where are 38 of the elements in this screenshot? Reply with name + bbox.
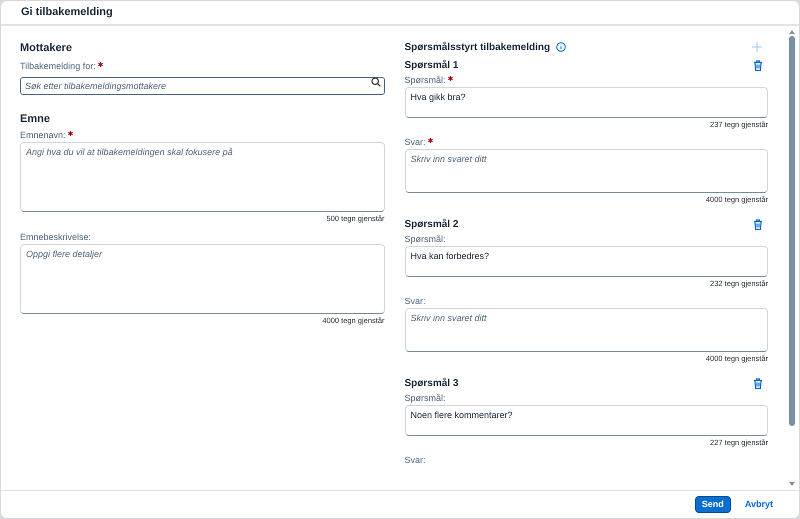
trash-icon[interactable] [753,219,763,230]
field-label: Emnebeskrivelse: [20,232,92,243]
text-area[interactable]: Noen flere kommentarer? [404,405,768,436]
question-title: Spørsmål 2 [404,218,458,232]
trash-icon[interactable] [753,60,763,71]
trash-icon[interactable] [753,378,763,389]
text-area[interactable]: Hva kan forbedres? [404,246,768,277]
scrollbar-thumb[interactable] [789,36,795,426]
text-area[interactable]: Skriv inn svaret ditt [404,308,768,352]
field-label: Svar: [404,455,426,466]
field-label: Svar: [404,137,426,148]
info-icon[interactable] [556,42,566,52]
search-icon[interactable] [370,76,380,86]
section-heading: Spørsmålsstyrt tilbakemelding [404,40,550,54]
asterisk-icon [98,62,103,66]
window-title: Gi tilbakemelding [21,5,113,20]
text-area[interactable]: Angi hva du vil at tilbakemeldingen skal fokusere på [20,142,384,212]
text-area[interactable]: Hva gikk bra? [404,87,768,118]
field-label: Svar: [404,296,426,307]
scroll-down-icon[interactable] [789,482,795,486]
cancel-button[interactable]: Avbryt [738,496,779,513]
field-label: Emnenavn: [20,130,66,141]
asterisk-icon [68,131,73,136]
section-heading: Emne [20,112,51,126]
asterisk-icon [428,138,433,143]
search-field[interactable]: Søk etter tilbakemeldingsmottakere [20,76,384,94]
field-label: Spørsmål: [404,75,446,86]
text-area[interactable]: Oppgi flere detaljer [20,244,384,314]
question-title: Spørsmål 1 [404,58,458,73]
question-title: Spørsmål 3 [404,376,458,391]
scroll-up-icon[interactable] [789,30,795,34]
field-label: Tilbakemelding for: [20,60,96,72]
field-label: Spørsmål: [404,234,446,245]
text-area[interactable]: Skriv inn svaret ditt [404,149,768,193]
send-button[interactable]: Send [694,496,731,513]
section-heading: Mottakere [20,41,73,56]
asterisk-icon [448,76,453,81]
field-label: Spørsmål: [404,393,446,404]
